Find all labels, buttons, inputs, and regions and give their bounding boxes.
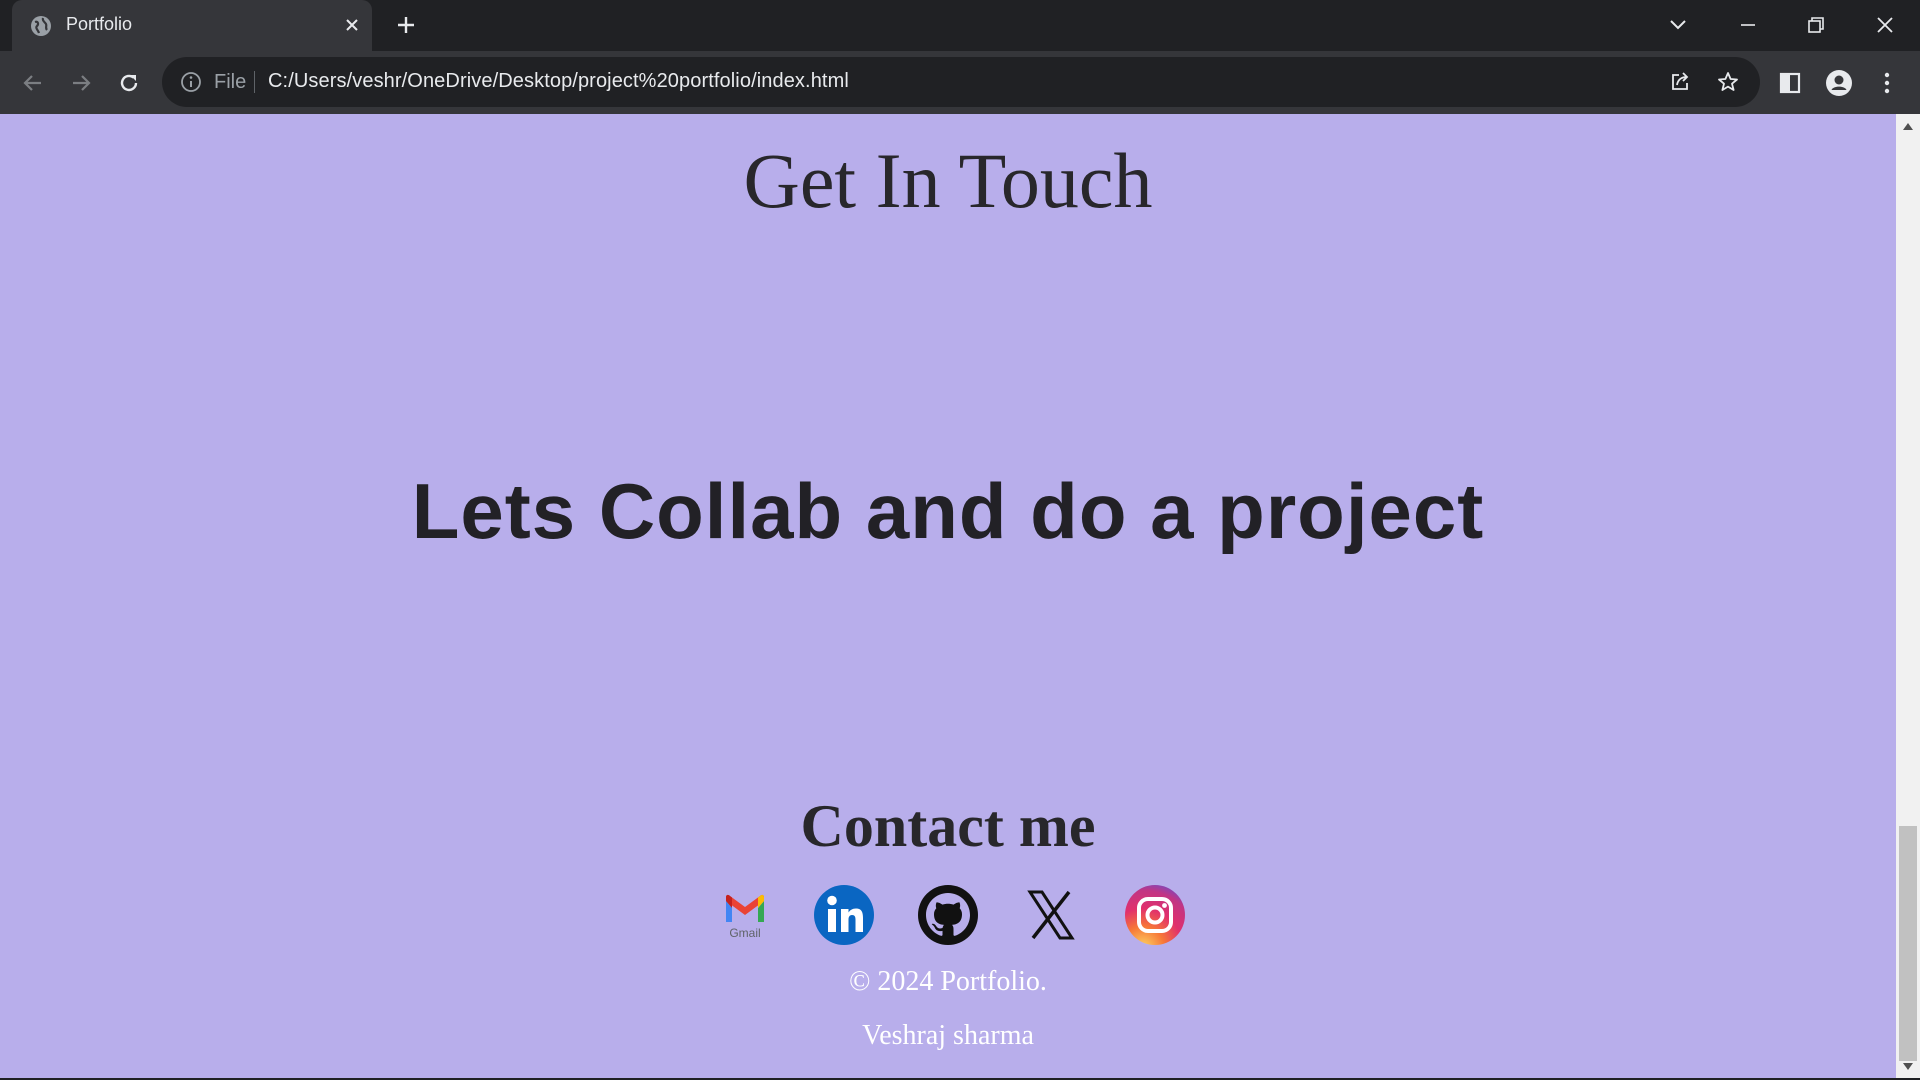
share-icon[interactable] — [1668, 70, 1692, 94]
social-links: Gmail — [714, 884, 1194, 948]
close-window-icon[interactable] — [1873, 13, 1897, 37]
instagram-icon[interactable] — [1124, 884, 1186, 946]
page-viewport: Get In Touch Lets Collab and do a projec… — [0, 114, 1896, 1078]
more-menu-icon[interactable] — [1873, 69, 1901, 97]
tab-title: Portfolio — [66, 14, 133, 34]
scroll-up-arrow-icon[interactable] — [1903, 123, 1913, 130]
scheme-label: File — [214, 71, 247, 93]
browser-toolbar: File C:/Users/veshr/OneDrive/Desktop/pro… — [0, 51, 1920, 114]
globe-icon — [31, 16, 51, 36]
page-scrollbar[interactable] — [1896, 114, 1920, 1078]
gmail-wordmark: Gmail — [729, 926, 760, 940]
author-name: Veshraj sharma — [862, 1020, 1034, 1051]
github-icon[interactable] — [917, 884, 979, 946]
profile-avatar-icon[interactable] — [1825, 69, 1853, 97]
contact-me-heading: Contact me — [800, 793, 1096, 859]
info-icon[interactable] — [180, 71, 202, 93]
url-divider — [254, 71, 255, 93]
tab-strip: Portfolio — [0, 0, 1920, 51]
get-in-touch-heading: Get In Touch — [743, 137, 1153, 224]
tab-portfolio[interactable]: Portfolio — [12, 0, 372, 51]
side-panel-icon[interactable] — [1776, 69, 1804, 97]
linkedin-icon[interactable] — [813, 884, 875, 946]
collab-heading: Lets Collab and do a project — [411, 467, 1485, 555]
address-bar[interactable]: File C:/Users/veshr/OneDrive/Desktop/pro… — [162, 57, 1760, 107]
restore-icon[interactable] — [1804, 13, 1828, 37]
tab-search-chevron-icon[interactable] — [1666, 13, 1690, 37]
scrollbar-thumb[interactable] — [1899, 826, 1917, 1061]
copyright-text: © 2024 Portfolio. — [849, 966, 1047, 997]
bookmark-star-icon[interactable] — [1716, 70, 1740, 94]
back-arrow-icon[interactable] — [19, 69, 47, 97]
scroll-down-arrow-icon[interactable] — [1903, 1063, 1913, 1070]
forward-arrow-icon[interactable] — [67, 69, 95, 97]
minimize-icon[interactable] — [1736, 13, 1760, 37]
gmail-icon[interactable]: Gmail — [714, 884, 776, 946]
url-text[interactable]: C:/Users/veshr/OneDrive/Desktop/project%… — [268, 70, 849, 93]
new-tab-icon[interactable] — [394, 13, 418, 37]
x-icon[interactable] — [1020, 884, 1082, 946]
close-tab-icon[interactable] — [342, 15, 362, 35]
reload-icon[interactable] — [115, 69, 143, 97]
